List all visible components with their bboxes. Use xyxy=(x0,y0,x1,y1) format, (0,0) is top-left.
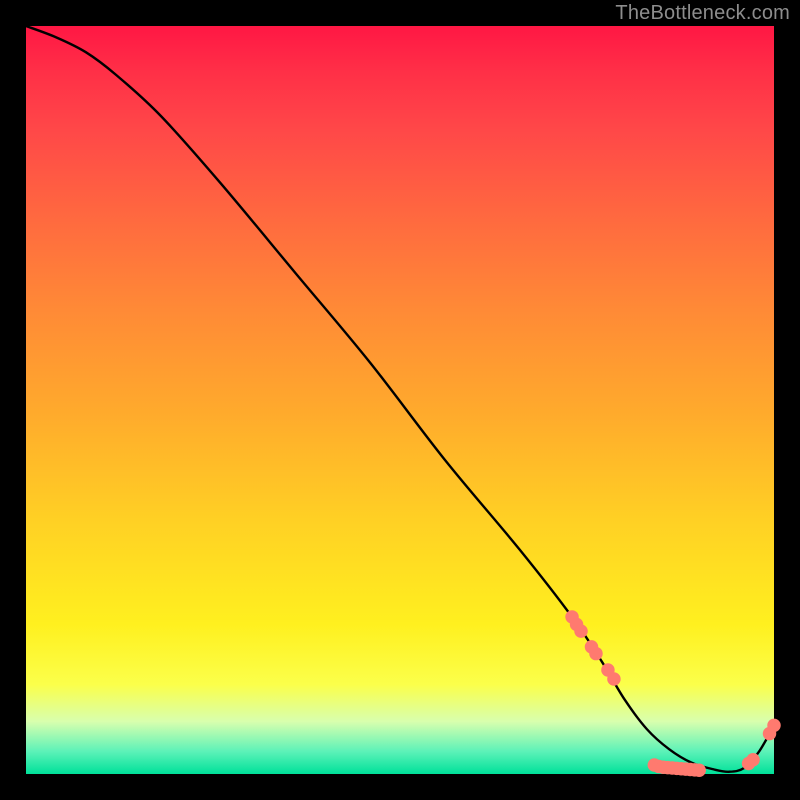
data-point xyxy=(692,764,705,777)
data-point xyxy=(574,624,587,637)
chart-svg xyxy=(26,26,774,774)
data-point xyxy=(589,647,602,660)
attribution-text: TheBottleneck.com xyxy=(615,2,790,25)
data-point xyxy=(746,753,759,766)
bottleneck-curve-line xyxy=(26,26,774,772)
data-point xyxy=(607,672,620,685)
plot-area xyxy=(26,26,774,774)
chart-container: TheBottleneck.com xyxy=(0,0,800,800)
data-point xyxy=(767,719,780,732)
